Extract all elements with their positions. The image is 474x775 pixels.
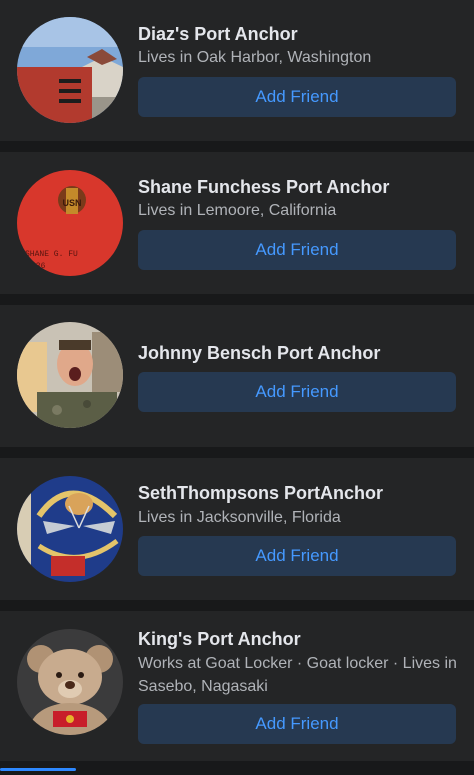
profile-name[interactable]: Diaz's Port Anchor <box>138 23 298 45</box>
svg-text:136: 136 <box>31 262 46 271</box>
profile-photo <box>17 322 123 428</box>
add-friend-button[interactable]: Add Friend <box>138 704 456 744</box>
profile-photo: USN SHANE G. FU 136 <box>17 170 123 276</box>
suggestion-card: King's Port Anchor Works at Goat Locker … <box>0 611 474 761</box>
profile-avatar[interactable]: USN SHANE G. FU 136 <box>17 170 123 276</box>
profile-avatar[interactable] <box>17 17 123 123</box>
profile-avatar[interactable] <box>17 629 123 735</box>
people-suggestions-list: Diaz's Port Anchor Lives in Oak Harbor, … <box>0 0 474 775</box>
profile-photo <box>17 629 123 735</box>
profile-location: Lives in Lemoore, California <box>138 202 337 219</box>
profile-name[interactable]: King's Port Anchor <box>138 628 301 650</box>
svg-text:SHANE G. FU: SHANE G. FU <box>25 250 78 259</box>
profile-name[interactable]: Johnny Bensch Port Anchor <box>138 342 380 364</box>
profile-location: Lives in Oak Harbor, Washington <box>138 49 372 66</box>
suggestion-card: Johnny Bensch Port Anchor Add Friend <box>0 305 474 447</box>
profile-location: Lives in Jacksonville, Florida <box>138 509 341 526</box>
scroll-indicator <box>0 768 76 771</box>
svg-text:USN: USN <box>62 198 81 208</box>
add-friend-button[interactable]: Add Friend <box>138 77 456 117</box>
profile-avatar[interactable] <box>17 322 123 428</box>
profile-avatar[interactable] <box>17 476 123 582</box>
suggestion-card: Diaz's Port Anchor Lives in Oak Harbor, … <box>0 0 474 141</box>
profile-name[interactable]: SethThompsons PortAnchor <box>138 482 383 504</box>
add-friend-button[interactable]: Add Friend <box>138 372 456 412</box>
add-friend-button[interactable]: Add Friend <box>138 230 456 270</box>
suggestion-card: USN SHANE G. FU 136 Shane Funchess Port … <box>0 152 474 294</box>
profile-name[interactable]: Shane Funchess Port Anchor <box>138 176 389 198</box>
profile-photo <box>17 476 123 582</box>
add-friend-button[interactable]: Add Friend <box>138 536 456 576</box>
suggestion-card: SethThompsons PortAnchor Lives in Jackso… <box>0 458 474 600</box>
profile-photo <box>17 17 123 123</box>
profile-work-location: Works at Goat Locker · Goat locker · Liv… <box>138 655 457 695</box>
